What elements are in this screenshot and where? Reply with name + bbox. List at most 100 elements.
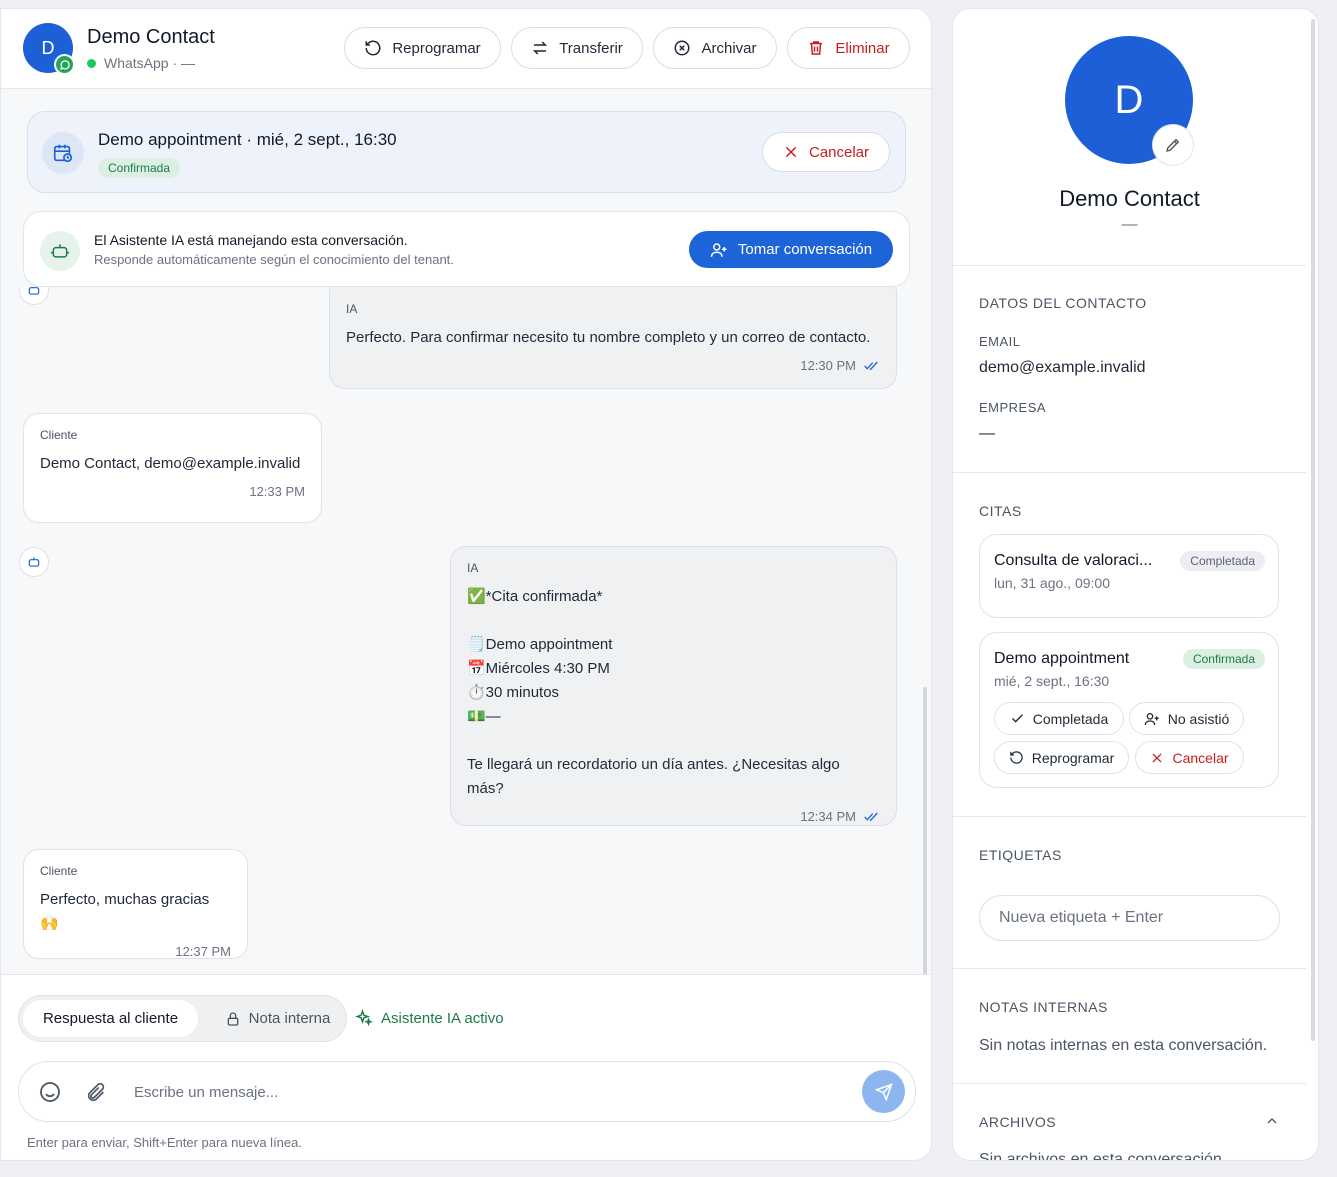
message-list[interactable]: IA Perfecto. Para confirmar necesito tu … bbox=[1, 287, 919, 974]
status-badge: Completada bbox=[1180, 551, 1265, 571]
message-sender: IA bbox=[467, 561, 479, 575]
internal-notes-empty: Sin notas internas en esta conversación. bbox=[979, 1037, 1268, 1054]
message-meta: 12:37 PM bbox=[40, 944, 231, 959]
cancel-label: Cancelar bbox=[1172, 749, 1229, 766]
archive-button[interactable]: Archivar bbox=[653, 27, 777, 69]
divider bbox=[953, 472, 1306, 473]
double-check-icon bbox=[864, 361, 878, 370]
take-conversation-label: Tomar conversación bbox=[737, 241, 873, 258]
ai-banner-title: El Asistente IA está manejando esta conv… bbox=[94, 232, 408, 248]
internal-note-label: Nota interna bbox=[248, 1010, 331, 1027]
no-show-label: No asistió bbox=[1167, 710, 1230, 727]
cancel-appointment-button[interactable]: Cancelar bbox=[762, 132, 890, 172]
emoji-icon[interactable] bbox=[36, 1078, 64, 1106]
calendar-clock-icon bbox=[42, 132, 84, 174]
message-text: ✅*Cita confirmada* 🗒️Demo appointment 📅M… bbox=[467, 588, 840, 797]
take-conversation-button[interactable]: Tomar conversación bbox=[689, 231, 893, 268]
conversation-panel: D Demo Contact WhatsApp · — Reprogramar … bbox=[0, 8, 932, 1161]
company-label: EMPRESA bbox=[979, 400, 1047, 415]
divider bbox=[953, 1083, 1306, 1084]
bot-avatar-icon bbox=[19, 547, 49, 577]
trash-icon bbox=[810, 41, 823, 55]
appointment-title: Demo appointment · mié, 2 sept., 16:30 bbox=[98, 130, 397, 149]
message-bubble-ai: IA ✅*Cita confirmada* 🗒️Demo appointment… bbox=[450, 546, 897, 826]
x-icon bbox=[1152, 752, 1163, 763]
online-status-dot bbox=[87, 58, 96, 68]
lock-icon bbox=[227, 1011, 238, 1026]
email-label: EMAIL bbox=[979, 334, 1021, 349]
message-meta: 12:30 PM bbox=[346, 358, 880, 373]
user-plus-icon bbox=[710, 242, 727, 257]
whatsapp-icon bbox=[54, 54, 75, 75]
channel-label: WhatsApp · — bbox=[104, 55, 196, 71]
appointment-item-datetime: mié, 2 sept., 16:30 bbox=[994, 673, 1110, 689]
x-icon bbox=[785, 146, 797, 158]
cancel-label: Cancelar bbox=[808, 143, 870, 161]
mark-completed-button[interactable]: Completada bbox=[994, 702, 1124, 735]
edit-avatar-button[interactable] bbox=[1152, 124, 1194, 166]
cancel-appointment-item-button[interactable]: Cancelar bbox=[1135, 741, 1244, 774]
mark-no-show-button[interactable]: No asistió bbox=[1129, 702, 1244, 735]
chevron-up-icon[interactable] bbox=[1264, 1113, 1280, 1134]
message-bubble-client: Cliente Demo Contact, demo@example.inval… bbox=[23, 413, 322, 523]
conversation-header: D Demo Contact WhatsApp · — Reprogramar … bbox=[1, 9, 931, 89]
divider bbox=[953, 265, 1306, 266]
swap-arrows-icon bbox=[533, 41, 548, 55]
archive-label: Archivar bbox=[701, 39, 757, 57]
message-time: 12:33 PM bbox=[249, 484, 305, 499]
sparkles-icon bbox=[355, 1009, 373, 1027]
message-time: 12:37 PM bbox=[175, 944, 231, 959]
contact-side-panel: D Demo Contact — DATOS DEL CONTACTO EMAI… bbox=[952, 8, 1319, 1161]
rotate-ccw-icon bbox=[1010, 751, 1023, 764]
files-empty: Sin archivos en esta conversación. bbox=[979, 1151, 1227, 1161]
ai-active-indicator: Asistente IA activo bbox=[355, 1009, 504, 1027]
email-value[interactable]: demo@example.invalid bbox=[979, 359, 1146, 377]
user-x-icon bbox=[1144, 712, 1159, 725]
message-bubble-ai: IA Perfecto. Para confirmar necesito tu … bbox=[329, 287, 897, 389]
files-section-title: ARCHIVOS bbox=[979, 1114, 1057, 1130]
appointment-item-title: Consulta de valoraci... bbox=[994, 552, 1153, 569]
appointment-card: Demo appointment · mié, 2 sept., 16:30 C… bbox=[27, 111, 906, 193]
divider bbox=[953, 816, 1306, 817]
message-input[interactable] bbox=[134, 1081, 834, 1103]
contact-data-section-title: DATOS DEL CONTACTO bbox=[979, 295, 1147, 311]
reschedule-appointment-button[interactable]: Reprogramar bbox=[994, 741, 1129, 774]
message-sender: Cliente bbox=[40, 428, 78, 442]
company-value[interactable]: — bbox=[979, 425, 995, 443]
citas-section-title: CITAS bbox=[979, 503, 1022, 519]
transfer-label: Transferir bbox=[559, 39, 623, 57]
delete-button[interactable]: Eliminar bbox=[787, 27, 910, 69]
ai-active-label: Asistente IA activo bbox=[381, 1009, 504, 1027]
status-badge: Confirmada bbox=[1182, 649, 1265, 669]
appointment-item-title: Demo appointment bbox=[994, 650, 1130, 667]
message-sender: Cliente bbox=[40, 864, 78, 878]
send-icon bbox=[874, 1082, 893, 1101]
appointment-list-item[interactable]: Consulta de valoraci... lun, 31 ago., 09… bbox=[979, 534, 1279, 618]
paperclip-icon[interactable] bbox=[82, 1078, 110, 1106]
side-panel-scrollbar[interactable] bbox=[1311, 19, 1315, 1041]
appointment-status-badge: Confirmada bbox=[98, 158, 181, 178]
bot-icon bbox=[40, 231, 80, 271]
composer: Respuesta al cliente Nota interna Asiste… bbox=[1, 974, 931, 1160]
message-meta: 12:33 PM bbox=[40, 484, 305, 499]
tags-section-title: ETIQUETAS bbox=[979, 847, 1062, 863]
delete-label: Eliminar bbox=[835, 39, 890, 57]
tab-internal-note[interactable]: Nota interna bbox=[215, 1000, 340, 1037]
new-tag-input[interactable] bbox=[979, 895, 1280, 941]
contact-channel: WhatsApp · — bbox=[87, 55, 195, 71]
message-bubble-client: Cliente Perfecto, muchas gracias 🙌 12:37… bbox=[23, 849, 248, 959]
side-contact-subtitle: — bbox=[1121, 216, 1138, 233]
message-text: Perfecto. Para confirmar necesito tu nom… bbox=[346, 329, 871, 346]
message-list-scrollbar[interactable] bbox=[923, 687, 927, 977]
double-check-icon bbox=[864, 812, 878, 821]
bot-avatar-icon bbox=[19, 287, 49, 305]
send-button[interactable] bbox=[862, 1070, 905, 1113]
message-sender: IA bbox=[346, 302, 358, 316]
composer-mode-tabs: Respuesta al cliente Nota interna bbox=[18, 995, 347, 1042]
reschedule-button[interactable]: Reprogramar bbox=[344, 27, 501, 69]
tab-reply-to-client[interactable]: Respuesta al cliente bbox=[23, 1000, 198, 1037]
reschedule-label: Reprogramar bbox=[392, 39, 481, 57]
contact-name: Demo Contact bbox=[87, 26, 215, 48]
transfer-button[interactable]: Transferir bbox=[511, 27, 643, 69]
message-meta: 12:34 PM bbox=[467, 809, 880, 824]
